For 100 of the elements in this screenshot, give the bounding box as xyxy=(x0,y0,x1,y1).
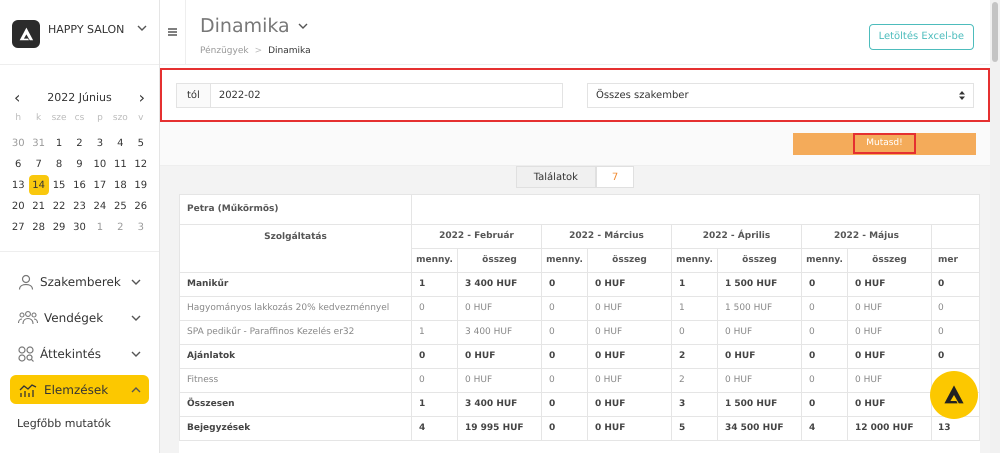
specialist-select[interactable]: Összes szakember xyxy=(586,82,974,108)
people-icon xyxy=(18,310,38,324)
header-cell: 2022 - Március xyxy=(542,224,672,248)
header-cell: összeg xyxy=(718,248,802,272)
sort-arrows-icon xyxy=(959,90,965,100)
header-cell: összeg xyxy=(588,248,672,272)
scrollbar[interactable] xyxy=(990,0,1000,453)
weekday-label: sze xyxy=(50,112,68,125)
table-cell: 3 xyxy=(672,392,718,416)
table-cell: 2 xyxy=(672,368,718,392)
table-cell: 1 500 HUF xyxy=(718,392,802,416)
calendar-day[interactable]: 30 xyxy=(69,217,90,237)
calendar-day[interactable]: 11 xyxy=(110,154,130,174)
chevron-down-icon xyxy=(131,314,141,320)
calendar-day[interactable]: 25 xyxy=(110,196,130,216)
table-cell: 0 HUF xyxy=(718,368,802,392)
weekday-label: p xyxy=(96,112,104,125)
header-cell: összeg xyxy=(458,248,542,272)
chevron-down-icon xyxy=(131,350,141,356)
person-icon xyxy=(18,274,34,290)
calendar-day[interactable]: 9 xyxy=(69,154,90,174)
table-cell: 0 xyxy=(542,392,588,416)
calendar-day[interactable]: 10 xyxy=(90,154,110,174)
table-cell: 5 xyxy=(672,416,718,440)
table-cell: 0 HUF xyxy=(848,296,932,320)
table-cell: 0 xyxy=(542,344,588,368)
table-cell: 3 400 HUF xyxy=(458,392,542,416)
chevron-up-icon xyxy=(131,386,141,392)
salon-logo xyxy=(12,20,40,48)
table-cell: 13 xyxy=(938,422,951,433)
header-cell: összeg xyxy=(848,248,932,272)
calendar-day[interactable]: 18 xyxy=(110,175,130,195)
calendar-day[interactable]: 29 xyxy=(49,217,70,237)
table-cell: 4 xyxy=(802,416,848,440)
results-label: Találatok xyxy=(516,166,596,188)
calendar-day[interactable]: 20 xyxy=(8,196,28,216)
calendar-day[interactable]: 22 xyxy=(49,196,70,216)
weekday-label: k xyxy=(35,112,42,125)
calendar-day[interactable]: 15 xyxy=(49,175,70,195)
table-cell: 0 HUF xyxy=(848,344,932,368)
table-cell: 0 HUF xyxy=(848,320,932,344)
header-cell: menny. xyxy=(542,248,588,272)
calendar-day[interactable]: 4 xyxy=(110,133,130,153)
table-cell: Összesen xyxy=(180,392,412,416)
calendar-day[interactable]: 16 xyxy=(69,175,90,195)
calendar-day[interactable]: 24 xyxy=(90,196,110,216)
table-cell: 0 xyxy=(802,320,848,344)
table-cell: 0 HUF xyxy=(588,272,672,296)
table-cell: 1 xyxy=(412,320,458,344)
calendar-title: 2022 Június xyxy=(47,90,112,106)
date-field[interactable]: 2022-02 xyxy=(210,82,563,108)
table-cell: 0 HUF xyxy=(588,344,672,368)
table-cell: 4 xyxy=(412,416,458,440)
calendar-day[interactable]: 8 xyxy=(49,154,70,174)
calendar-day[interactable]: 13 xyxy=(8,175,28,195)
table-cell: 0 xyxy=(938,302,944,313)
calendar-day[interactable]: 26 xyxy=(130,196,151,216)
table-cell: 3 400 HUF xyxy=(458,320,542,344)
chevron-down-icon xyxy=(137,25,147,31)
calendar-day[interactable]: 21 xyxy=(28,196,49,216)
calendar-day[interactable]: 7 xyxy=(28,154,49,174)
table-cell: 0 xyxy=(542,320,588,344)
calendar-day[interactable]: 19 xyxy=(130,175,151,195)
nav-item[interactable]: Áttekintés xyxy=(10,339,149,368)
weekday-label: h xyxy=(14,112,22,125)
table-cell: 0 xyxy=(802,392,848,416)
subnav-link[interactable]: Legfőbb mutatók xyxy=(10,411,149,438)
calendar-day[interactable]: 5 xyxy=(130,133,151,153)
prev-month-button[interactable]: ‹ xyxy=(14,90,20,106)
calendar-day[interactable]: 12 xyxy=(130,154,151,174)
calendar-day[interactable]: 27 xyxy=(8,217,28,237)
header-cell: menny. xyxy=(412,248,458,272)
nav-item[interactable]: Szakemberek xyxy=(10,267,149,296)
calendar-day[interactable]: 28 xyxy=(28,217,49,237)
table-cell: 0 HUF xyxy=(588,296,672,320)
salon-menu-button[interactable] xyxy=(137,25,147,31)
table-cell: 0 xyxy=(938,350,944,361)
table-cell: 0 HUF xyxy=(588,320,672,344)
calendar-day[interactable]: 3 xyxy=(90,133,110,153)
table-cell: 0 HUF xyxy=(458,368,542,392)
table-cell: 0 HUF xyxy=(588,392,672,416)
calendar-day[interactable]: 17 xyxy=(90,175,110,195)
calendar-day[interactable]: 14 xyxy=(28,175,49,195)
calendar-day[interactable]: 1 xyxy=(49,133,70,153)
next-month-button[interactable]: › xyxy=(138,90,145,106)
table-cell: 0 xyxy=(542,368,588,392)
table-cell: Ajánlatok xyxy=(180,344,412,368)
grid-icon xyxy=(18,346,34,362)
person-cell: Petra (Műkörmös) xyxy=(180,194,412,224)
table-cell: 0 xyxy=(802,296,848,320)
weekday-label: cs xyxy=(74,112,86,125)
table-cell: Fitness xyxy=(180,368,412,392)
calendar-day[interactable]: 23 xyxy=(69,196,90,216)
table-cell: 0 HUF xyxy=(458,344,542,368)
nav-item[interactable]: Elemzések xyxy=(10,375,149,404)
table-cell: 0 HUF xyxy=(588,416,672,440)
calendar-day[interactable]: 6 xyxy=(8,154,28,174)
table-cell: 0 xyxy=(802,272,848,296)
calendar-day[interactable]: 2 xyxy=(69,133,90,153)
nav-item[interactable]: Vendégek xyxy=(10,303,149,332)
